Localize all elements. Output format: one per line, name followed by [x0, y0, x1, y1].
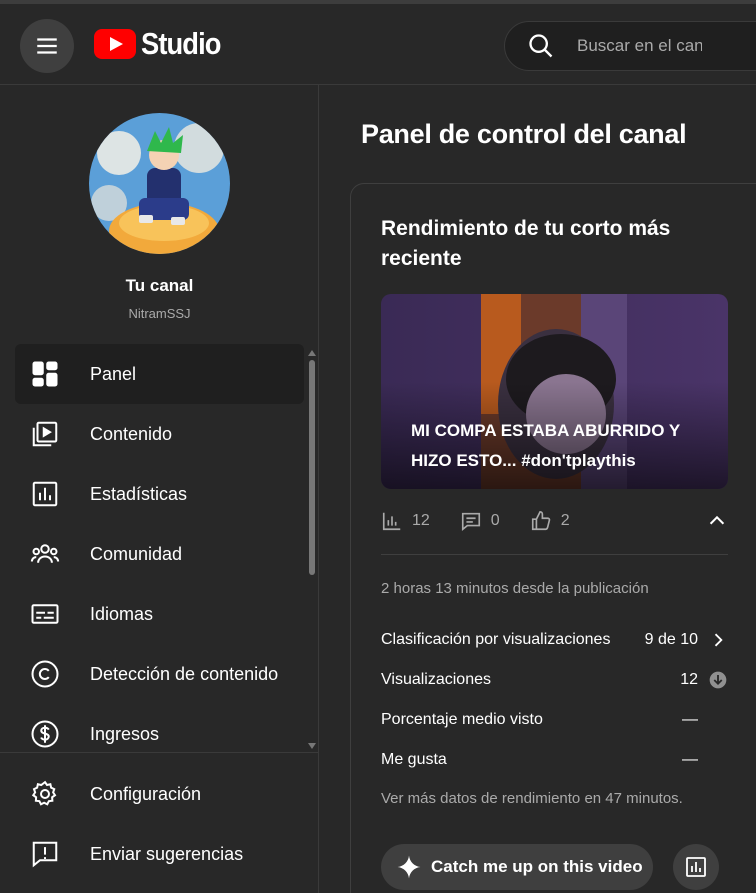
- metric-value: 12: [680, 671, 698, 688]
- chevron-up-icon[interactable]: [706, 510, 728, 532]
- sidebar-item-contenido[interactable]: Contenido: [15, 404, 304, 464]
- metric-average-viewed: Porcentaje medio visto —: [381, 708, 728, 732]
- sidebar: Tu canal NitramSSJ Panel Contenido Estad…: [0, 85, 319, 893]
- sidebar-divider: [0, 752, 319, 753]
- video-analytics-button[interactable]: [673, 844, 719, 890]
- scroll-down-arrow[interactable]: [308, 743, 316, 749]
- thumbs-up-icon: [531, 511, 551, 531]
- community-icon: [30, 539, 60, 569]
- views-count: 12: [412, 512, 430, 529]
- sidebar-item-label: Estadísticas: [90, 483, 188, 504]
- sidebar-item-comunidad[interactable]: Comunidad: [15, 524, 304, 584]
- arrow-down-circle-icon: [709, 671, 727, 689]
- views-stat: 12: [381, 510, 430, 532]
- metric-ranking[interactable]: Clasificación por visualizaciones 9 de 1…: [381, 628, 728, 652]
- catch-me-up-button[interactable]: Catch me up on this video: [381, 844, 653, 890]
- metric-views: Visualizaciones 12: [381, 668, 728, 692]
- card-divider: [381, 554, 728, 555]
- channel-handle: NitramSSJ: [128, 306, 191, 321]
- likes-count: 2: [560, 512, 570, 529]
- scroll-up-arrow[interactable]: [308, 350, 316, 356]
- search-input[interactable]: [577, 36, 702, 56]
- subtitles-icon: [30, 599, 60, 629]
- channel-title: Tu canal: [125, 276, 194, 295]
- video-thumbnail[interactable]: MI COMPA ESTABA ABURRIDO Y HIZO ESTO... …: [381, 294, 728, 489]
- bar-chart-icon: [382, 512, 401, 531]
- more-data-note: Ver más datos de rendimiento en 47 minut…: [381, 790, 683, 807]
- analytics-icon: [30, 479, 60, 509]
- sidebar-item-label: Comunidad: [90, 543, 183, 564]
- sidebar-item-idiomas[interactable]: Idiomas: [15, 584, 304, 644]
- chevron-right-icon[interactable]: [708, 630, 728, 650]
- comments-count: 0: [490, 512, 500, 529]
- avatar-image: [89, 113, 230, 254]
- catch-me-up-label: Catch me up on this video: [431, 857, 643, 876]
- metric-likes: Me gusta —: [381, 748, 728, 772]
- metric-value: 9 de 10: [644, 631, 698, 648]
- metric-label: Porcentaje medio visto: [381, 711, 543, 728]
- sidebar-item-label: Enviar sugerencias: [90, 843, 244, 864]
- logo-text: Studio: [141, 26, 221, 61]
- published-time: 2 horas 13 minutos desde la publicación: [381, 580, 649, 597]
- sidebar-item-deteccion[interactable]: Detección de contenido: [15, 644, 304, 704]
- feedback-icon: [30, 839, 60, 869]
- sidebar-item-estadisticas[interactable]: Estadísticas: [15, 464, 304, 524]
- sidebar-item-panel[interactable]: Panel: [15, 344, 304, 404]
- main-content: Panel de control del canal Rendimiento d…: [320, 85, 756, 893]
- scroll-thumb[interactable]: [309, 360, 315, 575]
- metric-label: Clasificación por visualizaciones: [381, 631, 611, 648]
- sidebar-scrollbar[interactable]: [307, 350, 317, 750]
- channel-avatar[interactable]: [89, 113, 230, 254]
- latest-short-card: Rendimiento de tu corto más reciente MI …: [350, 183, 756, 893]
- youtube-studio-logo[interactable]: Studio: [94, 26, 231, 62]
- menu-button[interactable]: [20, 19, 74, 73]
- video-title: MI COMPA ESTABA ABURRIDO Y HIZO ESTO... …: [411, 421, 680, 470]
- analytics-icon: [686, 857, 706, 877]
- sidebar-item-configuracion[interactable]: Configuración: [15, 764, 304, 824]
- gear-icon: [30, 779, 60, 809]
- comments-stat: 0: [460, 510, 500, 532]
- sidebar-item-label: Panel: [90, 363, 137, 384]
- copyright-icon: [30, 659, 60, 689]
- dollar-icon: [30, 719, 60, 749]
- metric-value: —: [682, 711, 698, 728]
- sparkle-icon: [397, 855, 421, 879]
- sidebar-item-label: Contenido: [90, 423, 173, 444]
- video-stats-row: 12 0 2: [381, 506, 728, 536]
- sidebar-item-label: Idiomas: [90, 603, 154, 624]
- sidebar-item-label: Detección de contenido: [90, 663, 279, 684]
- sidebar-item-enviar-sugerencias[interactable]: Enviar sugerencias: [15, 824, 304, 884]
- header: Studio: [0, 4, 756, 85]
- comment-icon: [461, 512, 480, 531]
- dashboard-icon: [30, 359, 60, 389]
- search-icon: [529, 34, 553, 58]
- page-title: Panel de control del canal: [361, 119, 687, 149]
- sidebar-item-ingresos[interactable]: Ingresos: [15, 704, 304, 764]
- hamburger-icon: [37, 38, 57, 54]
- metric-value: —: [682, 751, 698, 768]
- sidebar-item-label: Ingresos: [90, 723, 160, 744]
- content-icon: [30, 419, 60, 449]
- card-title: Rendimiento de tu corto más reciente: [381, 217, 671, 270]
- search-box[interactable]: [504, 21, 756, 71]
- youtube-play-icon: [94, 29, 136, 59]
- likes-stat: 2: [530, 510, 570, 532]
- sidebar-item-label: Configuración: [90, 783, 202, 804]
- metric-label: Visualizaciones: [381, 671, 491, 688]
- metric-label: Me gusta: [381, 751, 447, 768]
